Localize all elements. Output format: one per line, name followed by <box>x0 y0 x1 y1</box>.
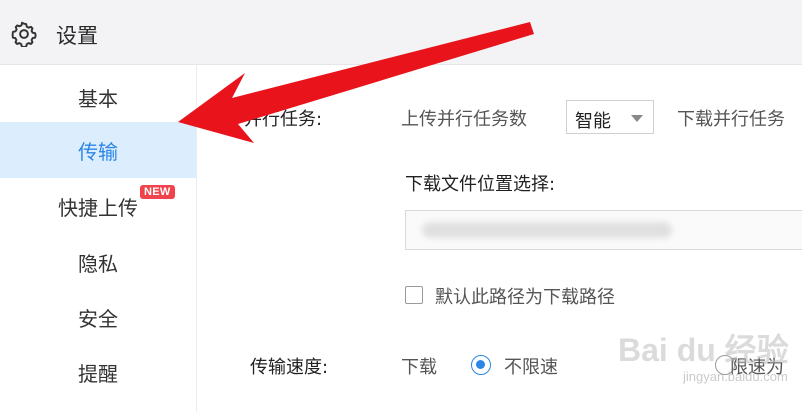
default-path-checkbox[interactable] <box>405 286 423 304</box>
download-parallel-label: 下载并行任务 <box>677 109 785 130</box>
window-title: 设置 <box>56 24 98 48</box>
gear-icon <box>11 21 37 47</box>
sidebar-item-label: 隐私 <box>78 251 118 276</box>
title-bar: 设置 <box>0 0 802 65</box>
settings-sidebar: 基本 传输 快捷上传 NEW 隐私 安全 提醒 <box>0 65 197 412</box>
sidebar-item-label: 传输 <box>78 139 118 164</box>
upload-parallel-label: 上传并行任务数 <box>401 109 527 130</box>
unlimited-speed-label: 不限速 <box>504 357 558 378</box>
chevron-down-icon <box>631 115 643 122</box>
default-path-checkbox-label: 默认此路径为下载路径 <box>435 287 615 308</box>
new-badge: NEW <box>140 184 175 199</box>
download-speed-label: 下载 <box>401 357 437 378</box>
sidebar-item-quick-upload[interactable]: 快捷上传 NEW <box>0 178 196 234</box>
sidebar-item-label: 基本 <box>78 86 118 111</box>
sidebar-item-transfer[interactable]: 传输 <box>0 122 196 178</box>
blurred-path-text <box>422 222 672 238</box>
parallel-tasks-label: 并行任务: <box>244 109 323 130</box>
sidebar-item-reminder[interactable]: 提醒 <box>0 344 196 400</box>
sidebar-item-label-wrap: 快捷上传 NEW <box>58 184 175 221</box>
sidebar-item-label: 快捷上传 <box>58 195 138 220</box>
transfer-speed-label: 传输速度: <box>250 357 329 378</box>
sidebar-item-basic[interactable]: 基本 <box>0 69 196 125</box>
upload-parallel-select[interactable]: 智能 <box>566 100 654 134</box>
upload-parallel-value: 智能 <box>575 111 611 132</box>
sidebar-item-privacy[interactable]: 隐私 <box>0 234 196 290</box>
download-path-input[interactable] <box>405 210 802 250</box>
baidu-watermark-url: jingyan.baidu.com <box>683 369 788 384</box>
sidebar-item-label: 安全 <box>78 306 118 331</box>
sidebar-item-security[interactable]: 安全 <box>0 289 196 345</box>
unlimited-speed-radio[interactable] <box>471 355 491 375</box>
download-location-label: 下载文件位置选择: <box>405 174 556 195</box>
sidebar-item-label: 提醒 <box>78 361 118 386</box>
baidu-watermark: Bai du 经验 <box>618 332 789 368</box>
